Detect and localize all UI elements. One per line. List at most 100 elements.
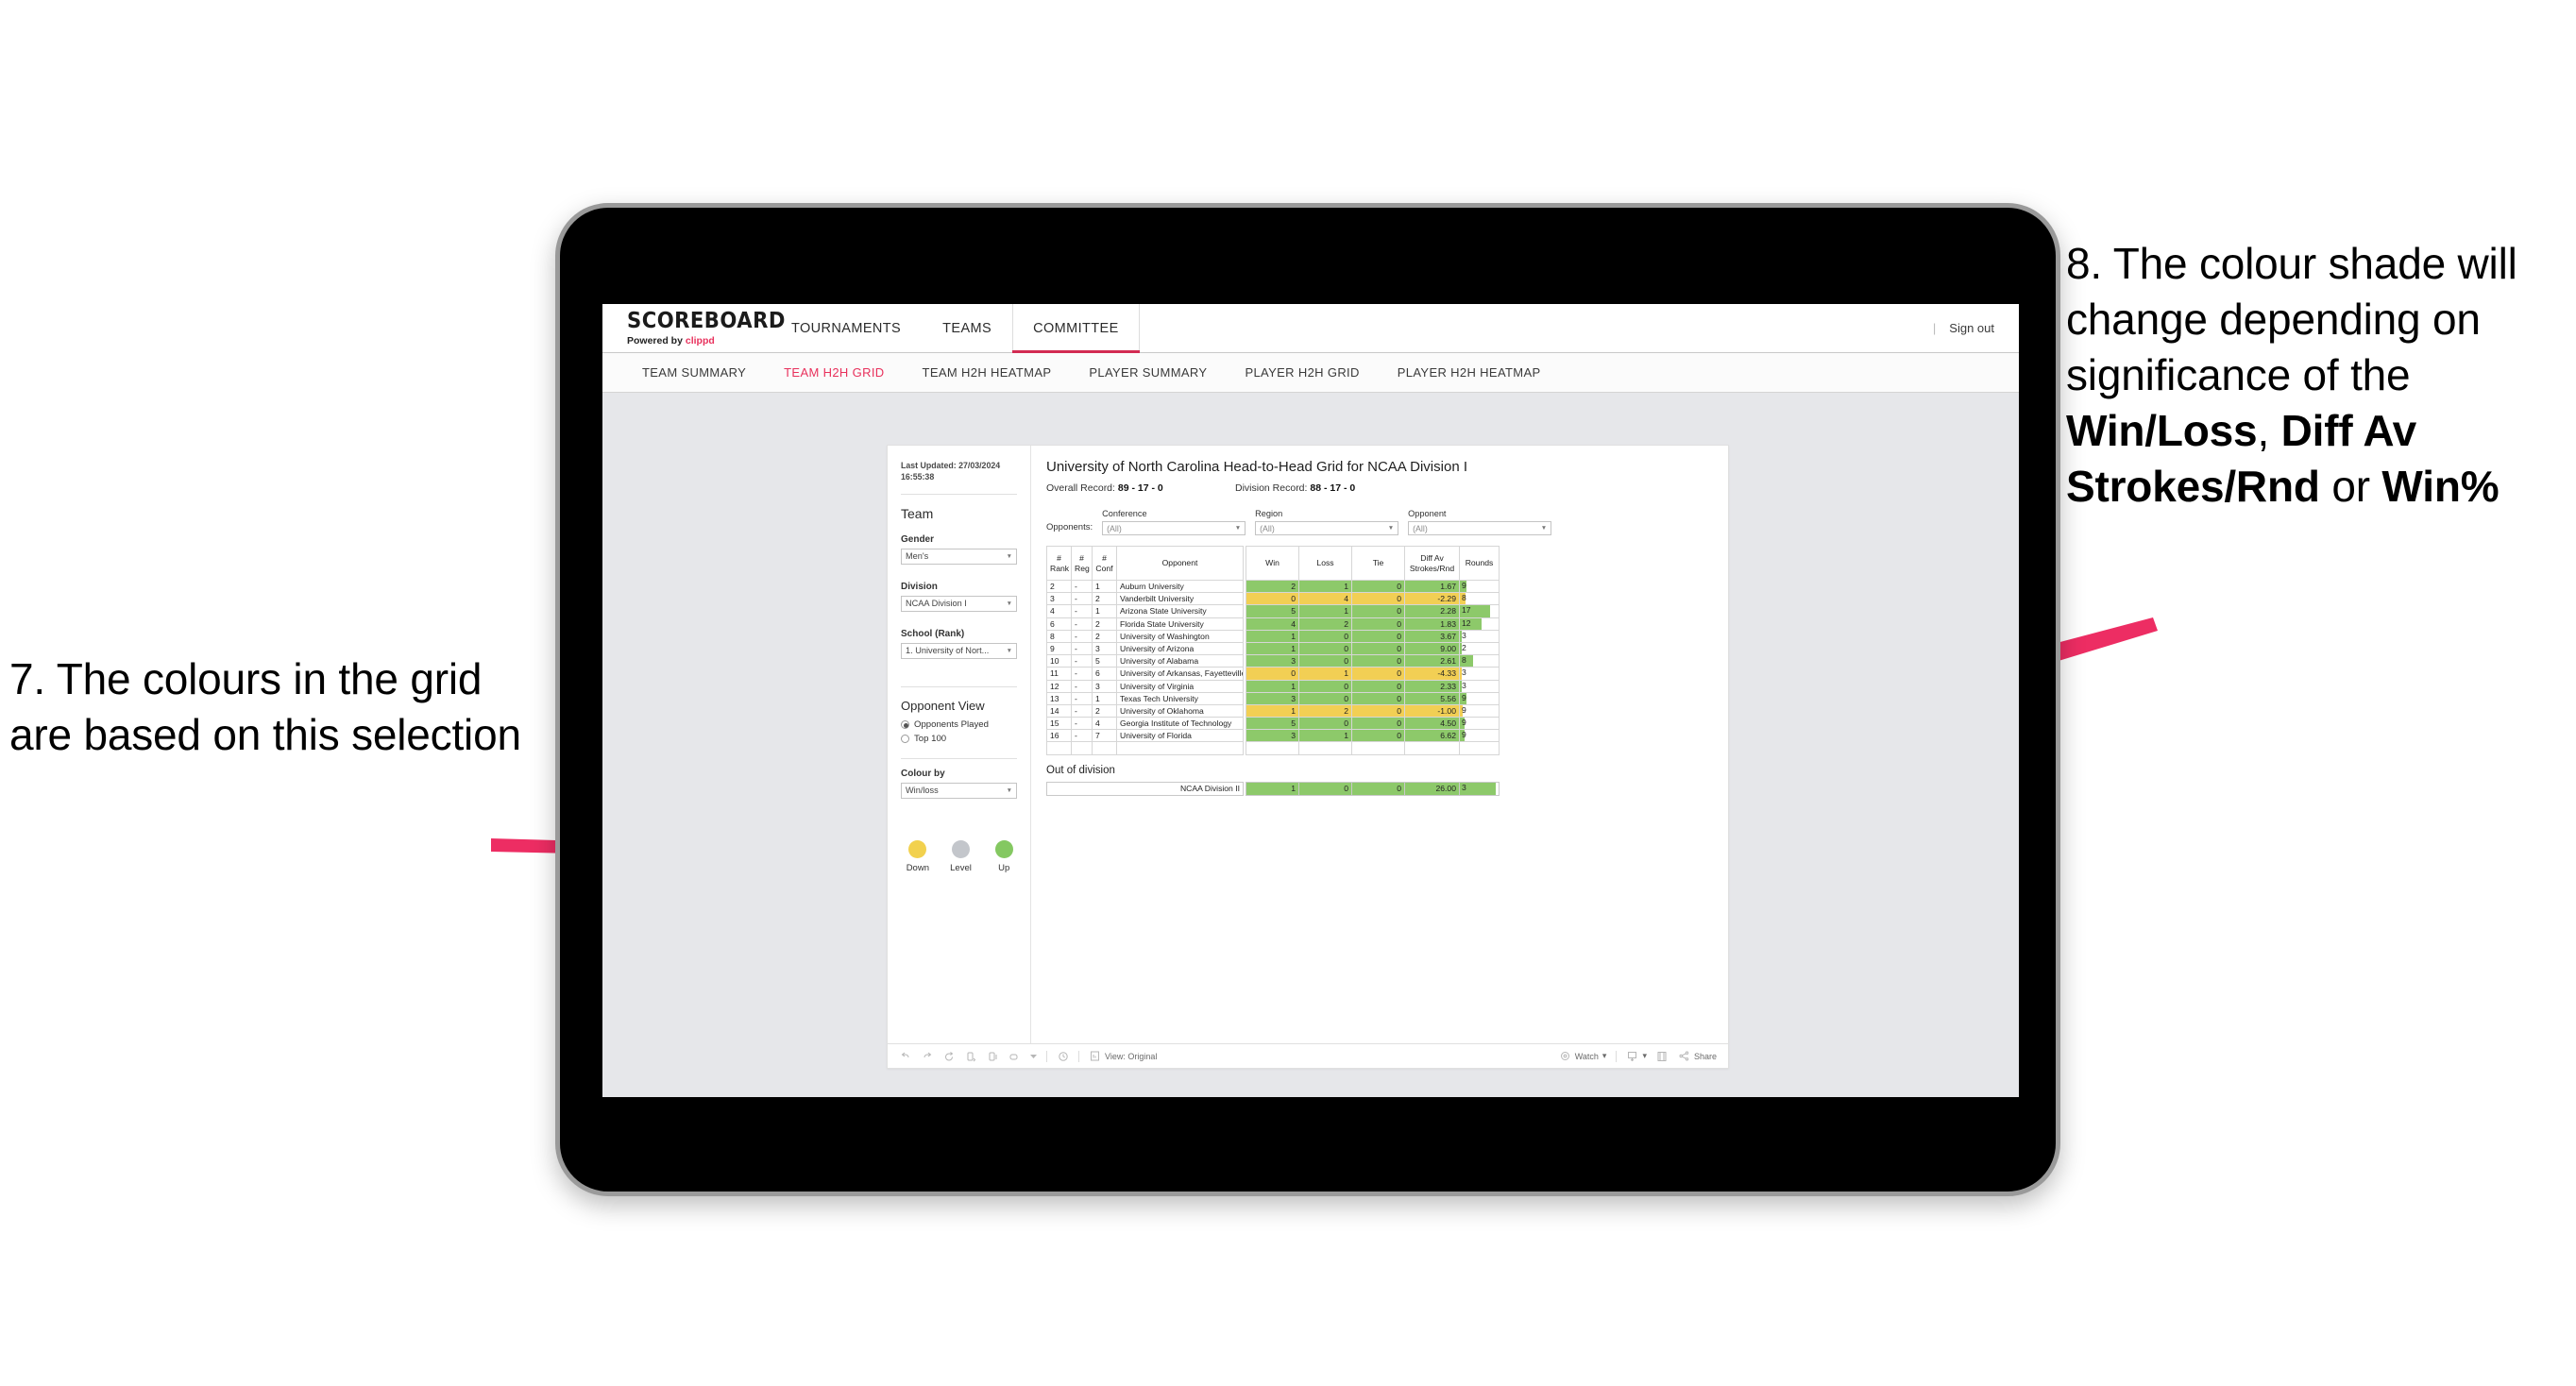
cell-win: 0 bbox=[1246, 667, 1299, 681]
cell-loss: 0 bbox=[1298, 679, 1352, 693]
nav-tab-teams[interactable]: TEAMS bbox=[922, 304, 1012, 352]
cell-diff: 3.67 bbox=[1404, 629, 1460, 643]
table-row[interactable]: 14-2 University of Oklahoma 1 2 0 -1.00 9 bbox=[1046, 703, 1500, 718]
subtab-team-h2h-heatmap[interactable]: TEAM H2H HEATMAP bbox=[904, 365, 1071, 380]
cell-conf: 3 bbox=[1092, 679, 1117, 693]
colour-by-select[interactable]: Win/loss ▼ bbox=[901, 782, 1017, 799]
screenshot-stage: 7. The colours in the grid are based on … bbox=[0, 0, 2576, 1386]
annotation-8-bold-winpct: Win% bbox=[2381, 461, 2500, 511]
h2h-grid-table: # Rank # Reg # Conf Opponent Win Loss Tie Diff Av S… bbox=[1046, 546, 1500, 755]
chevron-down-icon: ▼ bbox=[1387, 525, 1395, 532]
watch-label: Watch bbox=[1574, 1051, 1599, 1061]
cell-diff: 4.50 bbox=[1404, 717, 1460, 731]
filter-opponent-select[interactable]: (All) ▼ bbox=[1408, 521, 1552, 535]
table-row[interactable]: 3-2 Vanderbilt University 0 4 0 -2.29 8 bbox=[1046, 592, 1500, 606]
fullscreen-icon[interactable] bbox=[1656, 1050, 1669, 1062]
table-row[interactable]: 16-7 University of Florida 3 1 0 6.62 9 bbox=[1046, 729, 1500, 743]
watch-button[interactable]: Watch ▾ bbox=[1559, 1050, 1606, 1062]
toolbar-divider bbox=[1046, 1050, 1047, 1062]
cell-reg: - bbox=[1071, 654, 1093, 668]
column-header[interactable]: Tie bbox=[1351, 546, 1405, 581]
table-row[interactable]: 11-6 University of Arkansas, Fayetteville… bbox=[1046, 667, 1500, 681]
table-row[interactable]: 8-2 University of Washington 1 0 0 3.67 3 bbox=[1046, 629, 1500, 643]
filter-opponent-label: Opponent bbox=[1408, 509, 1447, 518]
sign-out-link[interactable]: Sign out bbox=[1949, 321, 1994, 335]
refresh-icon[interactable] bbox=[964, 1050, 976, 1062]
secondary-nav: TEAM SUMMARY TEAM H2H GRID TEAM H2H HEAT… bbox=[602, 353, 2019, 393]
cell-loss: 1 bbox=[1298, 579, 1352, 594]
gender-select[interactable]: Men's ▼ bbox=[901, 548, 1017, 565]
download-button[interactable]: ▾ bbox=[1626, 1050, 1647, 1062]
undo-icon[interactable] bbox=[899, 1050, 911, 1062]
subtab-player-h2h-grid[interactable]: PLAYER H2H GRID bbox=[1226, 365, 1378, 380]
table-row[interactable]: 15-4 Georgia Institute of Technology 5 0 0 4.… bbox=[1046, 717, 1500, 731]
table-row[interactable]: 12-3 University of Virginia 1 0 0 2.33 3 bbox=[1046, 679, 1500, 693]
cell-rank: 4 bbox=[1046, 604, 1072, 618]
legend-item-up: Up bbox=[991, 839, 1017, 873]
column-header[interactable]: # Rank bbox=[1046, 546, 1072, 581]
school-select[interactable]: 1. University of Nort... ▼ bbox=[901, 642, 1017, 659]
subtab-player-h2h-heatmap[interactable]: PLAYER H2H HEATMAP bbox=[1379, 365, 1560, 380]
chevron-down-icon[interactable] bbox=[1029, 1050, 1037, 1062]
overall-record-label: Overall Record: bbox=[1046, 482, 1118, 494]
toolbar-divider bbox=[1078, 1050, 1079, 1062]
cell-tie: 0 bbox=[1351, 579, 1405, 594]
ood-cell-win: 1 bbox=[1246, 781, 1299, 796]
radio-selected-icon bbox=[901, 719, 909, 729]
annotation-8-mid1: , bbox=[2257, 405, 2281, 455]
cell-opponent: Texas Tech University bbox=[1116, 691, 1244, 705]
clock-icon[interactable] bbox=[1057, 1050, 1069, 1062]
cell-rank: 13 bbox=[1046, 691, 1072, 705]
cell-tie: 0 bbox=[1351, 641, 1405, 656]
redo-icon[interactable] bbox=[921, 1050, 933, 1062]
column-header[interactable]: Loss bbox=[1298, 546, 1352, 581]
radio-opponents-played[interactable]: Opponents Played bbox=[901, 719, 1017, 730]
share-label: Share bbox=[1693, 1051, 1717, 1061]
column-header[interactable]: Opponent bbox=[1116, 546, 1244, 581]
table-row[interactable]: 10-5 University of Alabama 3 0 0 2.61 8 bbox=[1046, 654, 1500, 668]
view-original-button[interactable]: View: Original bbox=[1089, 1050, 1157, 1062]
column-header[interactable]: Win bbox=[1246, 546, 1299, 581]
cell-opponent: University of Virginia bbox=[1116, 679, 1244, 693]
cell-rank: 11 bbox=[1046, 667, 1072, 681]
division-record-label: Division Record: bbox=[1235, 482, 1311, 494]
filter-conference-select[interactable]: (All) ▼ bbox=[1102, 521, 1246, 535]
column-header[interactable]: Rounds bbox=[1459, 546, 1500, 581]
cell-diff: 5.56 bbox=[1404, 691, 1460, 705]
chevron-down-icon: ▼ bbox=[1540, 525, 1548, 532]
nav-tab-committee[interactable]: COMMITTEE bbox=[1012, 304, 1140, 353]
table-row[interactable]: 4-1 Arizona State University 5 1 0 2.28 17 bbox=[1046, 604, 1500, 618]
cell-opponent: University of Arkansas, Fayetteville bbox=[1116, 667, 1244, 681]
table-row[interactable]: 13-1 Texas Tech University 3 0 0 5.56 9 bbox=[1046, 691, 1500, 705]
cell-rounds: 3 bbox=[1459, 629, 1500, 643]
revert-icon[interactable] bbox=[942, 1050, 955, 1062]
legend-swatch-up bbox=[994, 839, 1013, 858]
filter-region-select[interactable]: (All) ▼ bbox=[1255, 521, 1399, 535]
swap-icon[interactable] bbox=[1008, 1050, 1020, 1062]
share-button[interactable]: Share bbox=[1678, 1050, 1717, 1062]
cell-rank: 16 bbox=[1046, 729, 1072, 743]
radio-unselected-icon bbox=[901, 734, 909, 743]
pause-icon[interactable] bbox=[986, 1050, 998, 1062]
division-record-value: 88 - 17 - 0 bbox=[1310, 482, 1356, 494]
column-header[interactable]: Diff Av Strokes/Rnd bbox=[1404, 546, 1460, 581]
subtab-player-summary[interactable]: PLAYER SUMMARY bbox=[1070, 365, 1226, 380]
cell-rounds: 3 bbox=[1459, 667, 1500, 681]
subtab-team-h2h-grid[interactable]: TEAM H2H GRID bbox=[765, 365, 903, 380]
overall-record-value: 89 - 17 - 0 bbox=[1117, 482, 1163, 494]
out-of-division-label: Out of division bbox=[1046, 764, 1115, 776]
radio-opponents-played-label: Opponents Played bbox=[914, 718, 989, 730]
table-row[interactable]: 2-1 Auburn University 2 1 0 1.67 9 bbox=[1046, 579, 1500, 594]
tablet-screen: SCOREBOARD Powered by clippd TOURNAMENTS… bbox=[602, 304, 2019, 1097]
division-select[interactable]: NCAA Division I ▼ bbox=[901, 595, 1017, 612]
nav-tab-tournaments[interactable]: TOURNAMENTS bbox=[771, 304, 922, 352]
column-header[interactable]: # Conf bbox=[1092, 546, 1117, 581]
table-row[interactable]: 9-3 University of Arizona 1 0 0 9.00 2 bbox=[1046, 641, 1500, 656]
radio-top-100[interactable]: Top 100 bbox=[901, 734, 1017, 744]
cell-rank: 8 bbox=[1046, 629, 1072, 643]
subtab-team-summary[interactable]: TEAM SUMMARY bbox=[623, 365, 765, 380]
table-row[interactable]: 6-2 Florida State University 4 2 0 1.83 12 bbox=[1046, 617, 1500, 631]
table-row[interactable]: NCAA Division II 1 0 0 26.00 3 bbox=[1046, 781, 1500, 796]
column-header[interactable]: # Reg bbox=[1071, 546, 1093, 581]
cell-diff: 1.83 bbox=[1404, 617, 1460, 631]
